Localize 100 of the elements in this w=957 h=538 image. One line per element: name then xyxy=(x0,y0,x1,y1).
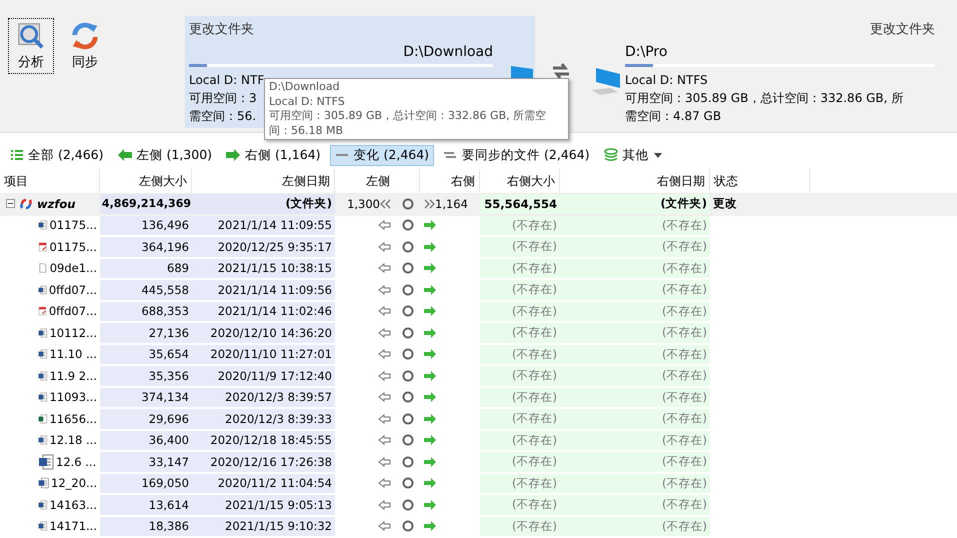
file-name: 10112... xyxy=(49,326,97,340)
left-arrow-icon[interactable] xyxy=(378,242,392,252)
table-cell: (不存在) xyxy=(560,344,710,366)
right-arrow-icon[interactable] xyxy=(423,414,437,424)
column-header[interactable]: 项目 xyxy=(0,169,100,193)
right-arrow-icon[interactable] xyxy=(423,328,437,338)
table-cell: 13,614 xyxy=(100,495,192,516)
right-arrow-icon[interactable] xyxy=(423,392,437,402)
drive-info: 需空间：56. xyxy=(189,108,256,125)
circle-icon[interactable] xyxy=(402,284,414,296)
circle-icon[interactable] xyxy=(402,456,414,468)
left-arrow-icon[interactable] xyxy=(378,392,392,402)
circle-icon[interactable] xyxy=(402,198,414,210)
change-folder-label[interactable]: 更改文件夹 xyxy=(870,20,935,38)
left-arrow-icon[interactable] xyxy=(378,349,392,360)
toolbar-button[interactable]: 分析 xyxy=(8,18,54,74)
file-name: 14163... xyxy=(49,498,97,512)
left-arrow-icon[interactable] xyxy=(378,478,392,488)
circle-icon[interactable] xyxy=(402,262,414,274)
column-header[interactable]: 左侧日期 xyxy=(192,169,335,193)
table-cell: 36,400 xyxy=(100,430,192,452)
table-cell: (不存在) xyxy=(560,430,710,452)
table-cell: (不存在) xyxy=(560,409,710,430)
left-arrow-icon[interactable] xyxy=(378,521,392,532)
left-arrow-icon[interactable] xyxy=(378,306,392,316)
column-header[interactable]: 左侧大小 xyxy=(100,169,192,193)
table-cell: 364,196 xyxy=(100,237,192,258)
circle-icon[interactable] xyxy=(402,412,414,425)
tooltip-text: Local D: NTFS xyxy=(269,94,345,109)
change-folder-label[interactable]: 更改文件夹 xyxy=(189,20,254,38)
table-cell: (文件夹) xyxy=(192,194,335,216)
right-arrow-icon[interactable] xyxy=(423,349,437,360)
left-arrow-icon[interactable] xyxy=(378,435,392,446)
table-cell: (不存在) xyxy=(480,258,560,280)
circle-icon[interactable] xyxy=(402,434,414,446)
table-cell: 2020/12/18 18:45:55 xyxy=(192,430,335,452)
circle-icon[interactable] xyxy=(402,391,414,404)
file-name: 11656... xyxy=(49,412,97,426)
right-arrow-icon[interactable] xyxy=(423,242,437,252)
filter-tab[interactable]: 要同步的文件 (2,464) xyxy=(438,144,595,166)
left-arrow-icon[interactable] xyxy=(378,370,392,381)
left-arrow-icon[interactable] xyxy=(378,500,392,510)
left-arrow-icon[interactable] xyxy=(378,220,392,230)
folder-path: D:\Download xyxy=(403,44,493,60)
circle-icon[interactable] xyxy=(402,240,414,253)
filter-tab[interactable]: 全部 (2,466) xyxy=(6,144,109,166)
table-cell: 2020/11/10 11:27:01 xyxy=(192,344,335,366)
column-header[interactable]: 右侧大小 xyxy=(480,169,560,193)
table-cell: 2020/12/3 8:39:33 xyxy=(192,409,335,430)
table-cell: 1,164 xyxy=(435,196,468,211)
table-cell: 1,300 xyxy=(347,196,380,211)
table-cell: (不存在) xyxy=(560,516,710,538)
file-name: 14171... xyxy=(49,519,97,534)
circle-icon[interactable] xyxy=(402,520,414,532)
right-arrow-icon[interactable] xyxy=(423,306,437,316)
table-cell: 2020/12/16 17:26:38 xyxy=(192,452,335,474)
right-arrow-icon[interactable] xyxy=(423,456,437,467)
right-arrow-icon[interactable] xyxy=(423,500,437,510)
circle-icon[interactable] xyxy=(402,370,414,382)
table-cell: (不存在) xyxy=(560,474,710,495)
list-icon xyxy=(11,149,23,161)
layers-icon xyxy=(604,148,618,162)
right-arrow-icon[interactable] xyxy=(423,435,437,446)
collapse-icon[interactable] xyxy=(6,199,15,208)
left-arrow-icon[interactable] xyxy=(378,263,392,274)
left-arrow-icon[interactable] xyxy=(378,284,392,295)
filter-tab[interactable]: 变化 (2,464) xyxy=(330,144,434,166)
right-arrow-icon[interactable] xyxy=(423,263,437,274)
table-cell: (不存在) xyxy=(480,280,560,302)
left-arrow-icon[interactable] xyxy=(378,328,392,338)
filter-tab[interactable]: 左侧 (1,300) xyxy=(112,144,218,166)
right-arrow-icon[interactable] xyxy=(423,220,437,230)
filter-tab[interactable]: 其他 xyxy=(598,144,667,166)
right-arrow-icon[interactable] xyxy=(423,521,437,532)
circle-icon[interactable] xyxy=(402,305,414,318)
table-cell: (不存在) xyxy=(480,409,560,430)
computer-icon xyxy=(590,66,622,96)
column-header[interactable]: 左侧 xyxy=(335,169,420,193)
table-cell: (不存在) xyxy=(480,388,560,409)
circle-icon[interactable] xyxy=(402,477,414,490)
drive-info: 需空间：4.87 GB xyxy=(625,108,722,125)
right-arrow-icon[interactable] xyxy=(423,370,437,381)
column-header[interactable]: 右侧 xyxy=(420,169,480,193)
circle-icon[interactable] xyxy=(402,498,414,511)
file-name: 0ffd07... xyxy=(48,304,97,318)
right-arrow-icon[interactable] xyxy=(423,284,437,295)
table-cell: 更改 xyxy=(710,194,810,216)
toolbar-button[interactable]: 同步 xyxy=(62,18,108,74)
right-arrow-icon[interactable] xyxy=(423,478,437,488)
left-arrow-icon[interactable] xyxy=(378,414,392,424)
circle-icon[interactable] xyxy=(402,348,414,360)
circle-icon[interactable] xyxy=(402,326,414,339)
column-header[interactable]: 状态 xyxy=(710,169,810,193)
table-cell: 2021/1/15 9:05:13 xyxy=(192,495,335,516)
table-cell: 2021/1/15 9:10:32 xyxy=(192,516,335,538)
table-cell: (不存在) xyxy=(560,258,710,280)
column-header[interactable]: 右侧日期 xyxy=(560,169,710,193)
left-arrow-icon[interactable] xyxy=(378,456,392,467)
circle-icon[interactable] xyxy=(402,219,414,232)
filter-tab[interactable]: 右侧 (1,164) xyxy=(221,144,326,166)
